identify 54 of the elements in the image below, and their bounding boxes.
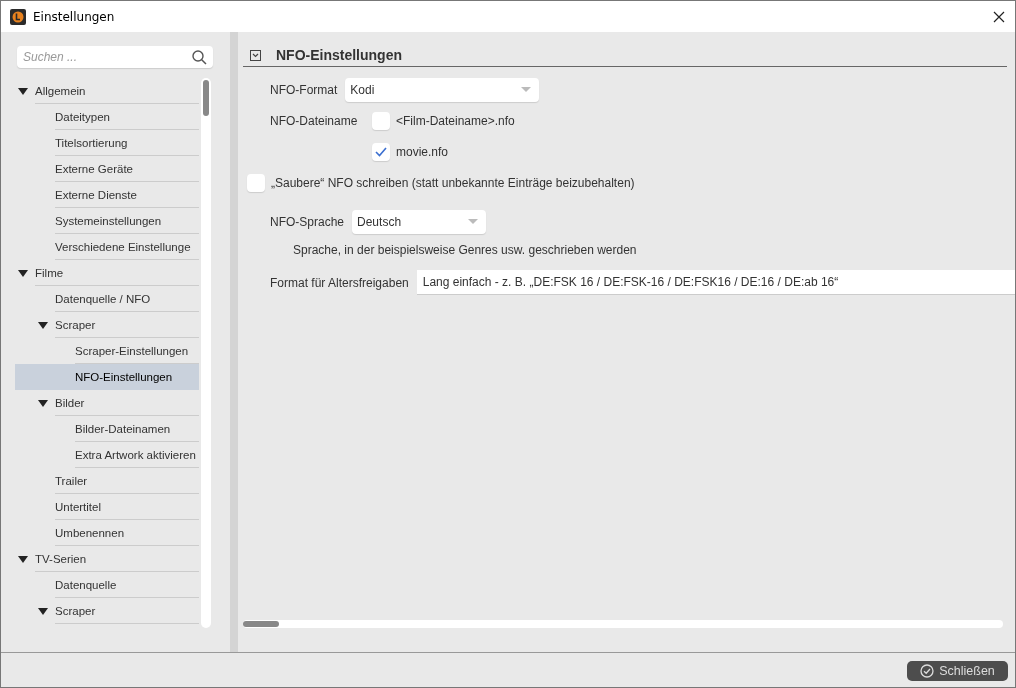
splitter-handle[interactable] [230, 32, 238, 652]
horizontal-scrollbar[interactable] [243, 620, 1003, 628]
tree-item[interactable]: Umbenennen [15, 520, 199, 546]
tree-item[interactable]: Bilder-Dateinamen [15, 416, 199, 442]
tree-item[interactable]: Datenquelle / NFO [15, 286, 199, 312]
tree-item[interactable]: Datenquelle [15, 572, 199, 598]
tree-item[interactable]: Verschiedene Einstellunge [15, 234, 199, 260]
tree-item[interactable]: NFO-Einstellungen [15, 364, 199, 390]
rating-format-field[interactable]: Lang einfach - z. B. „DE:FSK 16 / DE:FSK-16 / DE:FSK16 / DE:16 / DE:ab 16“ [416, 270, 1015, 295]
tree-item[interactable]: Systemeinstellungen [15, 208, 199, 234]
expand-arrow-icon[interactable] [38, 399, 48, 407]
search-icon [192, 50, 207, 65]
tree-item[interactable]: Untertitel [15, 494, 199, 520]
nfo-format-dropdown[interactable]: Kodi [345, 77, 540, 102]
field-label: NFO-Sprache [270, 214, 345, 229]
checkbox-label: „Saubere“ NFO schreiben (statt unbekannte Einträge beizubehalten) [271, 175, 635, 190]
collapse-toggle-icon[interactable] [250, 49, 261, 61]
tree-item[interactable]: Externe Geräte [15, 156, 199, 182]
checkbox[interactable] [247, 173, 265, 192]
checkbox[interactable] [372, 111, 390, 130]
expand-arrow-icon[interactable] [18, 87, 28, 95]
checkbox-label: <Film-Dateiname>.nfo [396, 113, 515, 128]
tree-item[interactable]: Scraper [15, 312, 199, 338]
field-label: NFO-Dateiname [270, 113, 359, 128]
section-title: NFO-Einstellungen [276, 47, 402, 63]
tree-item[interactable]: Allgemein [15, 78, 199, 104]
close-button[interactable]: Schließen [907, 661, 1008, 681]
expand-arrow-icon[interactable] [18, 555, 28, 563]
dropdown-caret-icon [521, 87, 532, 92]
field-label: NFO-Format [270, 82, 338, 97]
checkbox-label: movie.nfo [396, 144, 449, 159]
expand-arrow-icon[interactable] [38, 321, 48, 329]
tree-item[interactable]: Externe Dienste [15, 182, 199, 208]
dropdown-caret-icon [468, 219, 479, 224]
tree-item[interactable]: Dateitypen [15, 104, 199, 130]
hint-text: Sprache, in der beispielsweise Genres usw. geschrieben werden [292, 242, 638, 259]
expand-arrow-icon[interactable] [38, 607, 48, 615]
window-title: Einstellungen [33, 9, 116, 24]
tree-item[interactable]: Trailer [15, 468, 199, 494]
app-logo-icon [10, 8, 26, 25]
vertical-scrollbar[interactable] [201, 78, 211, 628]
tree-item[interactable]: Scraper [15, 598, 199, 624]
tree-item[interactable]: Titelsortierung [15, 130, 199, 156]
nfo-language-dropdown[interactable]: Deutsch [352, 209, 487, 234]
expand-arrow-icon[interactable] [18, 269, 28, 277]
tree-item[interactable]: TV-Serien [15, 546, 199, 572]
search-field[interactable]: Suchen ... [17, 46, 213, 68]
tree-item[interactable]: Filme [15, 260, 199, 286]
tree-item[interactable]: Bilder [15, 390, 199, 416]
tree-item[interactable]: Extra Artwork aktivieren [15, 442, 199, 468]
check-circle-icon [920, 664, 935, 678]
field-label: Format für Altersfreigaben [270, 275, 409, 290]
checkbox[interactable] [372, 142, 390, 161]
close-icon[interactable] [993, 10, 1005, 23]
